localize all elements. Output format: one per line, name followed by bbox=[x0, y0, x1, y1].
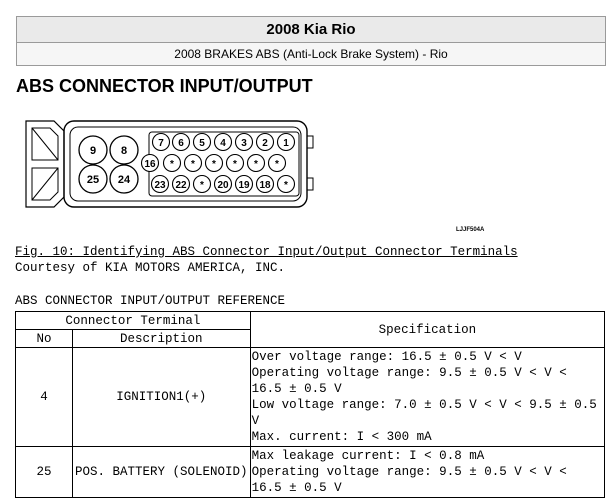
abs-connector-diagram: 9 8 25 24 7 6 5 4 3 2 1 16 * * * * * * 2… bbox=[25, 120, 314, 208]
spec-line: Operating voltage range: 9.5 ± 0.5 V < V… bbox=[251, 465, 567, 495]
pin-label: 16 bbox=[144, 159, 156, 170]
pin-label: * bbox=[170, 159, 174, 170]
pin-label: 3 bbox=[241, 138, 247, 149]
pin-label: 5 bbox=[199, 138, 205, 149]
pin-label: 2 bbox=[262, 138, 268, 149]
table-row: 25 POS. BATTERY (SOLENOID) Max leakage c… bbox=[15, 446, 606, 498]
pin-label: 8 bbox=[121, 145, 127, 157]
document-title: 2008 Kia Rio bbox=[17, 17, 605, 43]
row-specification: Over voltage range: 16.5 ± 0.5 V < V Ope… bbox=[249, 347, 606, 447]
reference-table: Connector Terminal Specification No Desc… bbox=[15, 311, 606, 498]
pin-label: 22 bbox=[175, 180, 187, 191]
table-header-row: Connector Terminal Specification bbox=[15, 311, 606, 348]
pin-label: * bbox=[233, 159, 237, 170]
row-no: 4 bbox=[15, 347, 73, 447]
spec-line: Max leakage current: I < 0.8 mA bbox=[251, 449, 485, 463]
pin-label: 24 bbox=[118, 174, 131, 186]
pin-label: 4 bbox=[220, 138, 226, 149]
row-no: 25 bbox=[15, 446, 73, 498]
spec-line: Over voltage range: 16.5 ± 0.5 V < V bbox=[251, 350, 522, 364]
header-no: No bbox=[15, 329, 73, 348]
table-row: 4 IGNITION1(+) Over voltage range: 16.5 … bbox=[15, 347, 606, 447]
header-connector-terminal: Connector Terminal bbox=[15, 311, 251, 330]
row-description: POS. BATTERY (SOLENOID) bbox=[71, 446, 251, 498]
row-description: IGNITION1(+) bbox=[71, 347, 251, 447]
figure-caption: Fig. 10: Identifying ABS Connector Input… bbox=[15, 245, 518, 259]
pin-label: 18 bbox=[259, 180, 271, 191]
pin-label: 25 bbox=[87, 174, 99, 186]
pin-label: * bbox=[191, 159, 195, 170]
large-pin-group: 9 8 25 24 bbox=[78, 135, 139, 194]
small-pin-group: 7 6 5 4 3 2 1 16 * * * * * * 23 22 * 20 … bbox=[140, 132, 296, 194]
pin-label: 9 bbox=[90, 145, 96, 157]
section-title: ABS CONNECTOR INPUT/OUTPUT bbox=[16, 76, 313, 96]
pin-label: 6 bbox=[178, 138, 184, 149]
pin-label: 19 bbox=[238, 180, 250, 191]
pin-label: * bbox=[254, 159, 258, 170]
pin-label: 7 bbox=[158, 138, 164, 149]
pin-label: * bbox=[284, 180, 288, 191]
header-description: Description bbox=[71, 329, 251, 348]
pin-label: * bbox=[275, 159, 279, 170]
connector-body bbox=[63, 120, 308, 208]
pin-label: * bbox=[212, 159, 216, 170]
pin-label: 1 bbox=[283, 138, 289, 149]
table-title: ABS CONNECTOR INPUT/OUTPUT REFERENCE bbox=[15, 294, 286, 308]
spec-line: Operating voltage range: 9.5 ± 0.5 V < V… bbox=[251, 366, 567, 396]
figure-code: LJJF504A bbox=[456, 227, 485, 233]
header-specification: Specification bbox=[249, 311, 606, 348]
pin-label: 23 bbox=[154, 180, 166, 191]
figure-courtesy: Courtesy of KIA MOTORS AMERICA, INC. bbox=[15, 261, 286, 275]
spec-line: Max. current: I < 300 mA bbox=[251, 430, 432, 444]
row-specification: Max leakage current: I < 0.8 mA Operatin… bbox=[249, 446, 606, 498]
document-subtitle: 2008 BRAKES ABS (Anti-Lock Brake System)… bbox=[17, 43, 605, 65]
spec-line: Low voltage range: 7.0 ± 0.5 V < V < 9.5… bbox=[251, 398, 597, 428]
document-header: 2008 Kia Rio 2008 BRAKES ABS (Anti-Lock … bbox=[16, 16, 606, 66]
pin-label: * bbox=[200, 180, 204, 191]
pin-label: 20 bbox=[217, 180, 229, 191]
